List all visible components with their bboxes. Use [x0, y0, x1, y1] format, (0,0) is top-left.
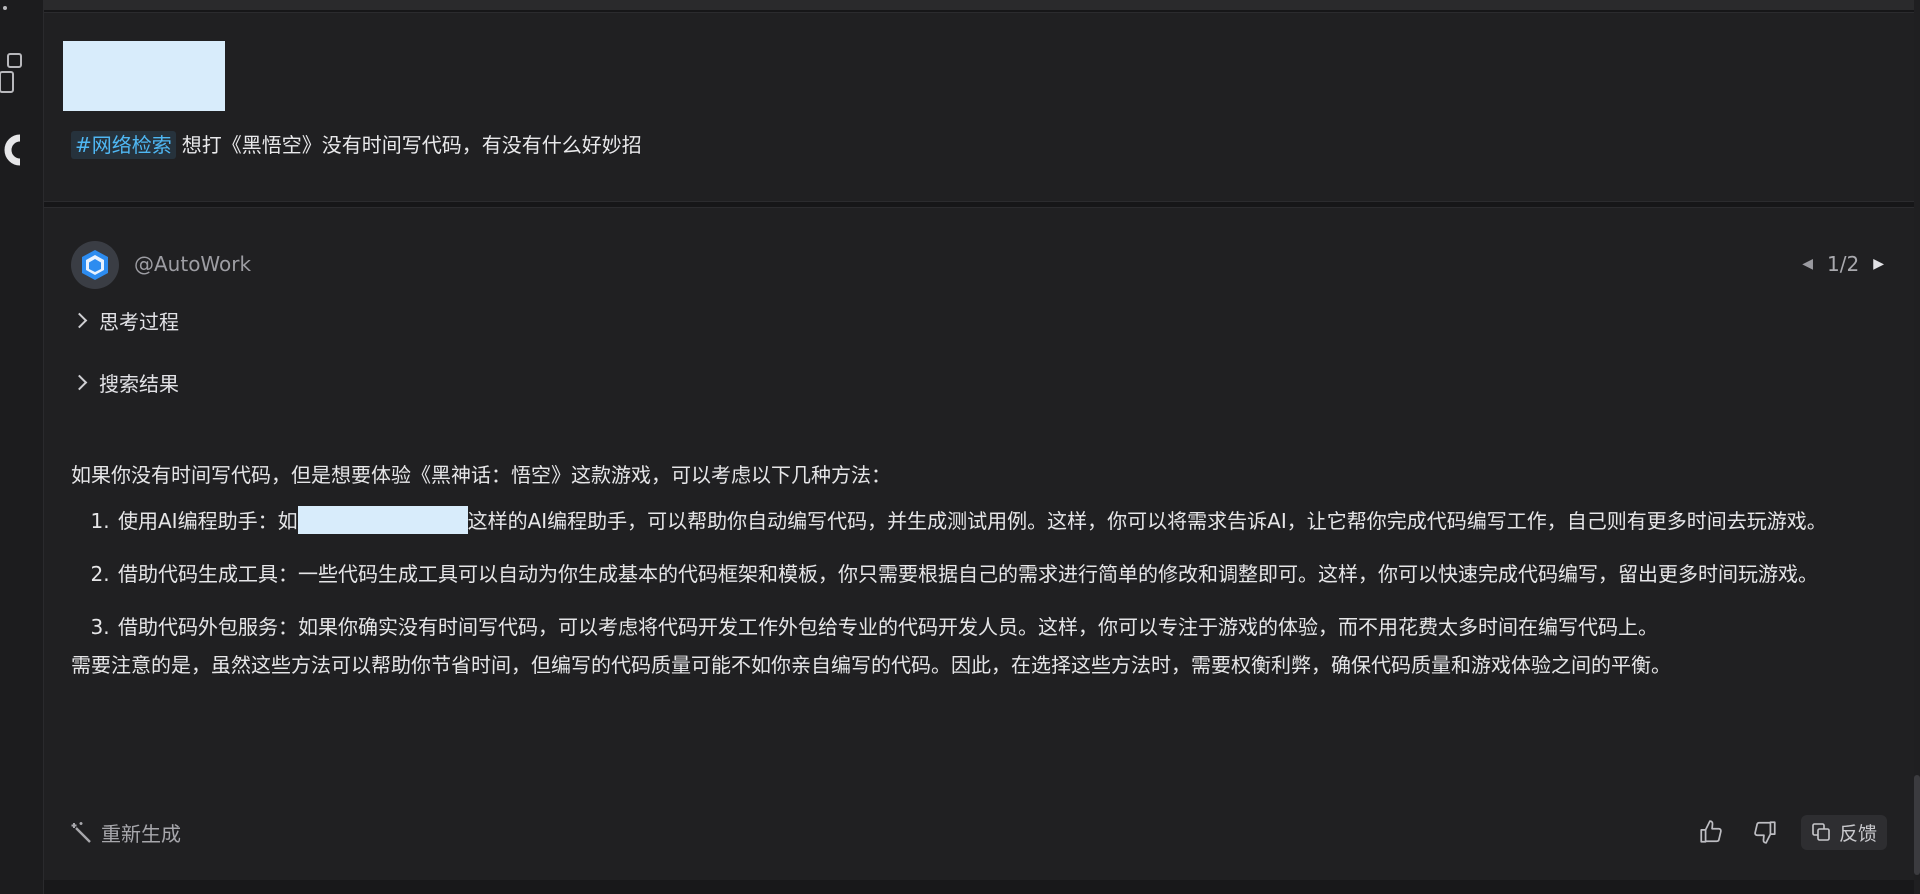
answer-item-1-prefix: 使用AI编程助手：如 — [118, 509, 298, 533]
regenerate-button[interactable]: 重新生成 — [71, 818, 181, 847]
answer-body: 如果你没有时间写代码，但是想要体验《黑神话：悟空》这款游戏，可以考虑以下几种方法… — [71, 458, 1881, 682]
scrollbar-thumb[interactable] — [1914, 775, 1920, 875]
answer-list-item: 使用AI编程助手：如 这样的AI编程助手，可以帮助你自动编写代码，并生成测试用例。… — [116, 504, 1881, 538]
feedback-label: 反馈 — [1838, 822, 1877, 845]
regenerate-label: 重新生成 — [101, 821, 181, 846]
magic-wand-icon — [71, 822, 91, 843]
prev-response-icon[interactable]: ◀ — [1802, 256, 1813, 272]
pager-count: 1/2 — [1827, 252, 1860, 276]
response-pager: ◀ 1/2 ▶ — [1802, 252, 1884, 276]
chevron-right-icon — [71, 374, 88, 391]
thinking-process-label: 思考过程 — [99, 310, 179, 334]
next-response-icon[interactable]: ▶ — [1873, 256, 1884, 272]
bot-avatar — [71, 241, 119, 289]
app-window: #网络检索 想打《黑悟空》没有时间写代码，有没有什么好妙招 @AutoWork ◀… — [0, 0, 1920, 894]
chevron-right-icon — [71, 312, 88, 329]
top-divider — [44, 0, 1914, 10]
dislike-button[interactable] — [1747, 814, 1783, 850]
bot-name: @AutoWork — [134, 252, 252, 276]
search-results-label: 搜索结果 — [99, 372, 179, 396]
thumbs-down-icon — [1754, 821, 1776, 844]
redacted-tool-name — [297, 506, 468, 534]
bottom-divider — [44, 880, 1914, 894]
user-message: #网络检索 想打《黑悟空》没有时间写代码，有没有什么好妙招 — [71, 131, 642, 159]
web-search-tag[interactable]: #网络检索 — [71, 131, 176, 159]
apps-icon[interactable] — [0, 52, 24, 100]
chat-main: #网络检索 想打《黑悟空》没有时间写代码，有没有什么好妙招 @AutoWork ◀… — [44, 0, 1914, 894]
answer-list-item: 借助代码外包服务：如果你确实没有时间写代码，可以考虑将代码开发工作外包给专业的代… — [116, 610, 1881, 644]
response-action-bar: 重新生成 反馈 — [71, 812, 1887, 852]
copy-icon — [1812, 823, 1830, 841]
like-button[interactable] — [1693, 814, 1729, 850]
user-message-text: 想打《黑悟空》没有时间写代码，有没有什么好妙招 — [181, 133, 642, 157]
thumbs-up-icon — [1700, 820, 1722, 843]
answer-intro: 如果你没有时间写代码，但是想要体验《黑神话：悟空》这款游戏，可以考虑以下几种方法… — [71, 463, 891, 487]
answer-list: 使用AI编程助手：如 这样的AI编程助手，可以帮助你自动编写代码，并生成测试用例。… — [71, 504, 1881, 644]
redacted-user-block — [63, 41, 225, 111]
search-results-toggle[interactable]: 搜索结果 — [71, 368, 179, 397]
answer-list-item: 借助代码生成工具：一些代码生成工具可以自动为你生成基本的代码框架和模板，你只需要… — [116, 557, 1881, 591]
scrollbar-track[interactable] — [1914, 0, 1920, 894]
user-message-card: #网络检索 想打《黑悟空》没有时间写代码，有没有什么好妙招 — [44, 12, 1914, 202]
left-rail — [0, 0, 44, 894]
answer-item-1-suffix: 这样的AI编程助手，可以帮助你自动编写代码，并生成测试用例。这样，你可以将需求告… — [467, 509, 1827, 533]
answer-conclusion: 需要注意的是，虽然这些方法可以帮助你节省时间，但编写的代码质量可能不如你亲自编写… — [71, 653, 1671, 677]
partial-icon-top[interactable] — [2, 0, 12, 19]
bot-response-card: @AutoWork ◀ 1/2 ▶ 思考过程 搜索结果 如果你没有时间写代码，但… — [44, 207, 1914, 880]
feedback-actions: 反馈 — [1693, 814, 1887, 850]
feedback-button[interactable]: 反馈 — [1800, 814, 1887, 850]
thinking-process-toggle[interactable]: 思考过程 — [71, 306, 179, 335]
autowork-logo-icon — [82, 250, 108, 280]
logo-icon[interactable] — [0, 130, 24, 174]
